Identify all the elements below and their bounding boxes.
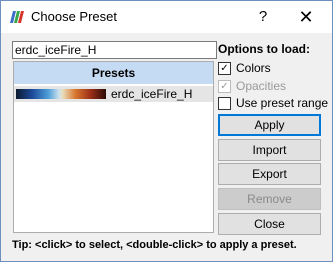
close-window-button[interactable]: ✕	[286, 5, 326, 29]
choose-preset-dialog: Choose Preset ? ✕ Presets erdc_iceFire_H…	[0, 0, 333, 262]
remove-button: Remove	[218, 188, 321, 210]
colormap-swatch	[16, 89, 106, 99]
title-bar: Choose Preset ? ✕	[1, 1, 332, 33]
presets-list[interactable]: Presets erdc_iceFire_H	[13, 61, 214, 233]
use-preset-range-label: Use preset range	[236, 96, 329, 110]
checkmark-icon[interactable]: ✓	[218, 62, 231, 75]
checkbox-empty-icon[interactable]	[218, 97, 231, 110]
export-button[interactable]: Export	[218, 163, 321, 185]
options-to-load-label: Options to load:	[218, 42, 310, 56]
window-title: Choose Preset	[31, 9, 117, 24]
presets-column-header[interactable]: Presets	[14, 62, 213, 84]
preset-search-input[interactable]	[12, 41, 217, 59]
preset-name: erdc_iceFire_H	[111, 87, 193, 101]
checkmark-icon: ✓	[218, 80, 231, 93]
close-button[interactable]: Close	[218, 213, 321, 235]
preset-row-erdc-icefire-h[interactable]: erdc_iceFire_H	[14, 86, 213, 102]
tip-text: Tip: <click> to select, <double-click> t…	[12, 239, 297, 251]
colors-checkbox-label: Colors	[236, 61, 271, 75]
help-button[interactable]: ?	[248, 5, 278, 29]
paraview-app-icon	[10, 11, 24, 23]
apply-button[interactable]: Apply	[218, 114, 321, 136]
opacities-checkbox-label: Opacities	[236, 79, 287, 93]
import-button[interactable]: Import	[218, 139, 321, 161]
